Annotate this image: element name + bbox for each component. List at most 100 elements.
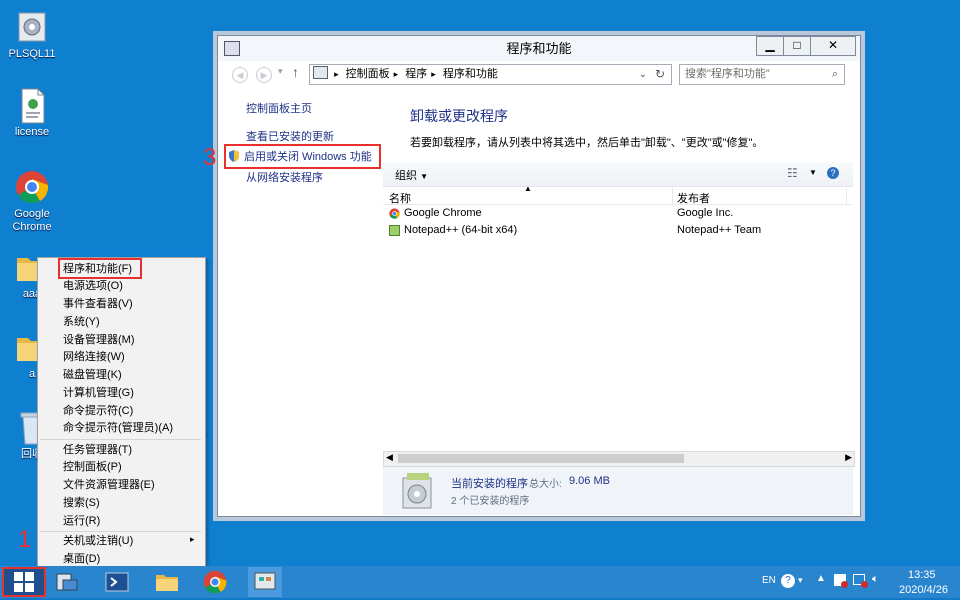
details-count: 2 个已安装的程序 [451, 496, 530, 507]
notepad-plus-icon [389, 225, 400, 236]
network-icon[interactable] [853, 574, 868, 588]
title-bar[interactable]: 程序和功能 ▁ □ ✕ [218, 36, 860, 61]
help-icon[interactable]: ? [827, 167, 839, 179]
taskbar-powershell[interactable] [100, 567, 134, 597]
show-hidden-icons[interactable]: ▲ [816, 573, 826, 584]
chrome-icon [15, 170, 49, 204]
recent-chevron-icon[interactable]: ▾ [278, 66, 283, 77]
minimize-button[interactable]: ▁ [756, 36, 784, 56]
details-heading: 当前安装的程序 [451, 478, 528, 490]
page-title: 卸载或更改程序 [410, 108, 508, 124]
highlight-box-windows-features [224, 144, 381, 169]
menu-item-run[interactable]: 运行(R) [63, 514, 100, 529]
menu-item-disk-management[interactable]: 磁盘管理(K) [63, 368, 122, 383]
help-tray-icon[interactable]: ? [781, 574, 795, 588]
menu-item-computer-management[interactable]: 计算机管理(G) [63, 386, 134, 401]
menu-item-command-prompt[interactable]: 命令提示符(C) [63, 404, 133, 419]
document-icon [15, 88, 49, 124]
list-header: 名称 ▲ 发布者 [383, 184, 853, 206]
powershell-icon [105, 572, 129, 592]
maximize-button[interactable]: □ [783, 36, 811, 56]
nav-view-installed-updates[interactable]: 查看已安装的更新 [246, 130, 334, 145]
taskbar-control-panel[interactable] [248, 567, 282, 597]
address-dropdown-icon[interactable]: ⌄ [639, 65, 647, 84]
details-size-value: 9.06 MB [569, 475, 610, 487]
step-number-3: 3 [203, 144, 217, 171]
details-pane: 当前安装的程序 总大小: 9.06 MB 2 个已安装的程序 [383, 467, 853, 515]
desktop-icon-plsql[interactable]: PLSQL11 [0, 10, 64, 61]
desktop-icon-chrome[interactable]: Google Chrome [0, 170, 64, 234]
scroll-right-icon[interactable]: ▶ [845, 452, 852, 463]
address-bar[interactable]: ▸ 控制面板 ▸ 程序 ▸ 程序和功能 ⌄ ↻ [309, 64, 672, 85]
menu-separator [40, 439, 201, 440]
table-row[interactable]: Google Chrome Google Inc. [383, 205, 853, 222]
highlight-box-programs-features [58, 258, 142, 279]
windows-logo-icon [14, 572, 34, 592]
menu-item-file-explorer[interactable]: 文件资源管理器(E) [63, 478, 155, 493]
organize-button[interactable]: 组织 ▼ [395, 167, 428, 183]
refresh-icon[interactable]: ↻ [655, 65, 665, 84]
menu-item-shutdown-signout[interactable]: 关机或注销(U) [63, 534, 133, 549]
menu-item-task-manager[interactable]: 任务管理器(T) [63, 443, 132, 458]
nav-control-panel-home[interactable]: 控制面板主页 [246, 102, 312, 117]
search-placeholder: 搜索"程序和功能" [685, 68, 770, 80]
view-options-icon[interactable]: ☷ [787, 166, 798, 180]
search-icon[interactable]: ⌕ [832, 65, 838, 84]
view-dropdown-icon[interactable]: ▼ [809, 168, 817, 177]
control-panel-icon [254, 572, 276, 590]
taskbar-file-explorer[interactable] [150, 567, 184, 597]
up-arrow-icon[interactable]: ↑ [292, 64, 299, 80]
taskbar: EN ? ▾ ▲ 🔈︎ 13:35 2020/4/26 [0, 566, 960, 598]
menu-item-system[interactable]: 系统(Y) [63, 315, 100, 330]
desktop-icon-label: PLSQL11 [8, 48, 56, 60]
menu-item-desktop[interactable]: 桌面(D) [63, 552, 100, 567]
chrome-icon [389, 208, 400, 219]
menu-item-control-panel[interactable]: 控制面板(P) [63, 460, 122, 475]
breadcrumb-item[interactable]: 程序 [405, 68, 427, 80]
language-indicator[interactable]: EN [762, 575, 776, 586]
back-arrow-icon[interactable]: ◀ [232, 67, 248, 83]
desktop: PLSQL11 license Google Chrome aaa a 回收 程… [0, 0, 960, 570]
forward-arrow-icon[interactable]: ▶ [256, 67, 272, 83]
taskbar-chrome[interactable] [198, 567, 232, 597]
chrome-icon [203, 570, 227, 594]
window-title: 程序和功能 [506, 41, 572, 56]
clock-date[interactable]: 2020/4/26 [899, 584, 948, 596]
dropdown-arrow-icon: ▼ [420, 172, 428, 181]
start-button[interactable] [2, 567, 46, 597]
file-explorer-icon [156, 575, 178, 591]
scroll-thumb[interactable] [398, 454, 684, 463]
submenu-arrow-icon: ▸ [190, 534, 195, 544]
search-input[interactable]: 搜索"程序和功能" ⌕ [679, 64, 845, 85]
step-number-1: 1 [18, 526, 32, 553]
column-publisher[interactable]: 发布者 [677, 190, 710, 206]
menu-item-power-options[interactable]: 电源选项(O) [63, 279, 123, 294]
menu-item-network-connections[interactable]: 网络连接(W) [63, 350, 125, 365]
column-name[interactable]: 名称 [389, 190, 411, 206]
menu-separator [40, 531, 201, 532]
clock-time[interactable]: 13:35 [908, 569, 936, 581]
keyboard-dropdown-icon[interactable]: ▾ [798, 575, 803, 586]
scroll-left-icon[interactable]: ◀ [386, 452, 393, 463]
program-publisher: Google Inc. [677, 207, 734, 219]
control-panel-small-icon [313, 66, 328, 79]
action-center-flag-icon[interactable] [834, 574, 848, 588]
desktop-icon-license[interactable]: license [0, 88, 64, 139]
volume-icon[interactable]: 🔈︎ [872, 573, 879, 586]
close-button[interactable]: ✕ [810, 36, 856, 56]
taskbar-server-manager[interactable] [50, 567, 84, 597]
server-manager-icon [56, 573, 78, 591]
menu-item-device-manager[interactable]: 设备管理器(M) [63, 333, 135, 348]
program-name: Google Chrome [404, 207, 482, 219]
control-panel-icon [224, 41, 240, 56]
address-row: ◀ ▶ ▾ ↑ ▸ 控制面板 ▸ 程序 ▸ 程序和功能 ⌄ ↻ 搜索"程序和功能" … [218, 61, 860, 87]
horizontal-scrollbar[interactable]: ◀ ▶ [383, 451, 855, 467]
breadcrumb-item[interactable]: 程序和功能 [443, 68, 498, 80]
menu-item-command-prompt-admin[interactable]: 命令提示符(管理员)(A) [63, 421, 173, 436]
nav-install-from-network[interactable]: 从网络安装程序 [246, 171, 323, 186]
menu-item-event-viewer[interactable]: 事件查看器(V) [63, 297, 133, 312]
breadcrumb-item[interactable]: 控制面板 [346, 68, 390, 80]
table-row[interactable]: Notepad++ (64-bit x64) Notepad++ Team [383, 222, 853, 239]
menu-item-search[interactable]: 搜索(S) [63, 496, 100, 511]
details-size-label: 总大小: [529, 479, 562, 490]
